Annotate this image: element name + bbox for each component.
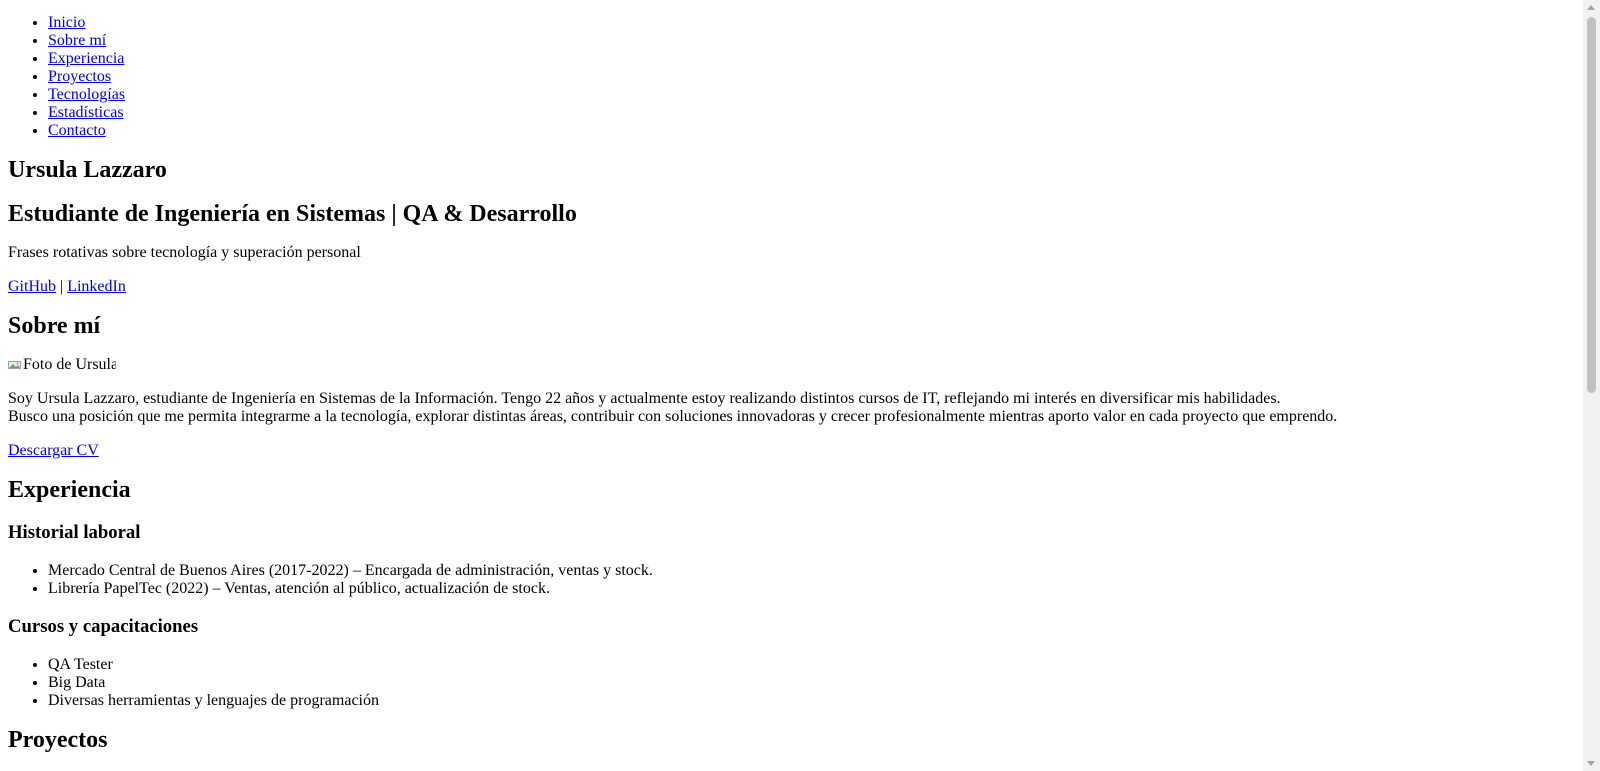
courses-title: Cursos y capacitaciones — [8, 616, 199, 637]
social-separator: | — [56, 278, 68, 295]
scrollbar-thumb[interactable] — [1587, 17, 1596, 393]
main-nav: Inicio Sobre mí Experiencia Proyectos Te… — [8, 14, 1575, 140]
hero-subtitle: Estudiante de Ingeniería en Sistemas | Q… — [8, 201, 577, 227]
nav-link-tecnologias[interactable]: Tecnologías — [48, 86, 125, 103]
hero-section: Ursula Lazzaro Estudiante de Ingeniería … — [8, 156, 1575, 296]
about-photo-wrap: Foto de Ursula — [8, 356, 1575, 374]
experience-section: Experiencia Historial laboral Mercado Ce… — [8, 476, 1575, 710]
nav-item-tecnologias: Tecnologías — [48, 86, 1575, 104]
nav-link-sobre-mi[interactable]: Sobre mí — [48, 32, 106, 49]
nav-item-experiencia: Experiencia — [48, 50, 1575, 68]
nav-list: Inicio Sobre mí Experiencia Proyectos Te… — [8, 14, 1575, 140]
about-section: Sobre mí Foto de Ursula Soy Ursula Lazza… — [8, 312, 1575, 460]
nav-item-proyectos: Proyectos — [48, 68, 1575, 86]
profile-photo: Foto de Ursula — [8, 356, 116, 374]
nav-link-estadisticas[interactable]: Estadísticas — [48, 104, 124, 121]
social-links: GitHub | LinkedIn — [8, 278, 1575, 296]
page-content: Inicio Sobre mí Experiencia Proyectos Te… — [0, 14, 1583, 754]
experience-title: Experiencia — [8, 477, 131, 503]
page: Inicio Sobre mí Experiencia Proyectos Te… — [0, 0, 1583, 771]
nav-item-sobre-mi: Sobre mí — [48, 32, 1575, 50]
list-item: Big Data — [48, 674, 1575, 692]
nav-link-inicio[interactable]: Inicio — [48, 14, 85, 31]
scroll-up-arrow-icon[interactable] — [1587, 5, 1595, 10]
hero-name: Ursula Lazzaro — [8, 157, 167, 183]
cv-wrap: Descargar CV — [8, 442, 1575, 460]
courses-list: QA Tester Big Data Diversas herramientas… — [8, 656, 1575, 710]
hero-tagline: Frases rotativas sobre tecnología y supe… — [8, 244, 361, 261]
nav-item-contacto: Contacto — [48, 122, 1575, 140]
about-line-1: Soy Ursula Lazzaro, estudiante de Ingeni… — [8, 390, 1281, 407]
about-title: Sobre mí — [8, 313, 101, 339]
list-item: Mercado Central de Buenos Aires (2017-20… — [48, 562, 1575, 580]
github-link[interactable]: GitHub — [8, 278, 56, 295]
work-history-list: Mercado Central de Buenos Aires (2017-20… — [8, 562, 1575, 598]
about-text: Soy Ursula Lazzaro, estudiante de Ingeni… — [8, 390, 1575, 426]
nav-link-proyectos[interactable]: Proyectos — [48, 68, 111, 85]
linkedin-link[interactable]: LinkedIn — [67, 278, 126, 295]
nav-link-contacto[interactable]: Contacto — [48, 122, 106, 139]
scroll-down-arrow-icon[interactable] — [1587, 761, 1595, 766]
nav-item-inicio: Inicio — [48, 14, 1575, 32]
nav-item-estadisticas: Estadísticas — [48, 104, 1575, 122]
download-cv-link[interactable]: Descargar CV — [8, 442, 99, 459]
nav-link-experiencia[interactable]: Experiencia — [48, 50, 124, 67]
work-history-title: Historial laboral — [8, 522, 141, 543]
list-item: QA Tester — [48, 656, 1575, 674]
list-item: Diversas herramientas y lenguajes de pro… — [48, 692, 1575, 710]
list-item: Librería PapelTec (2022) – Ventas, atenc… — [48, 580, 1575, 598]
vertical-scrollbar[interactable] — [1583, 0, 1600, 771]
projects-title: Proyectos — [8, 727, 108, 753]
projects-section: Proyectos — [8, 726, 1575, 754]
profile-photo-alt: Foto de Ursula — [23, 356, 116, 373]
about-line-2: Busco una posición que me permita integr… — [8, 408, 1338, 425]
broken-image-icon — [8, 360, 22, 370]
